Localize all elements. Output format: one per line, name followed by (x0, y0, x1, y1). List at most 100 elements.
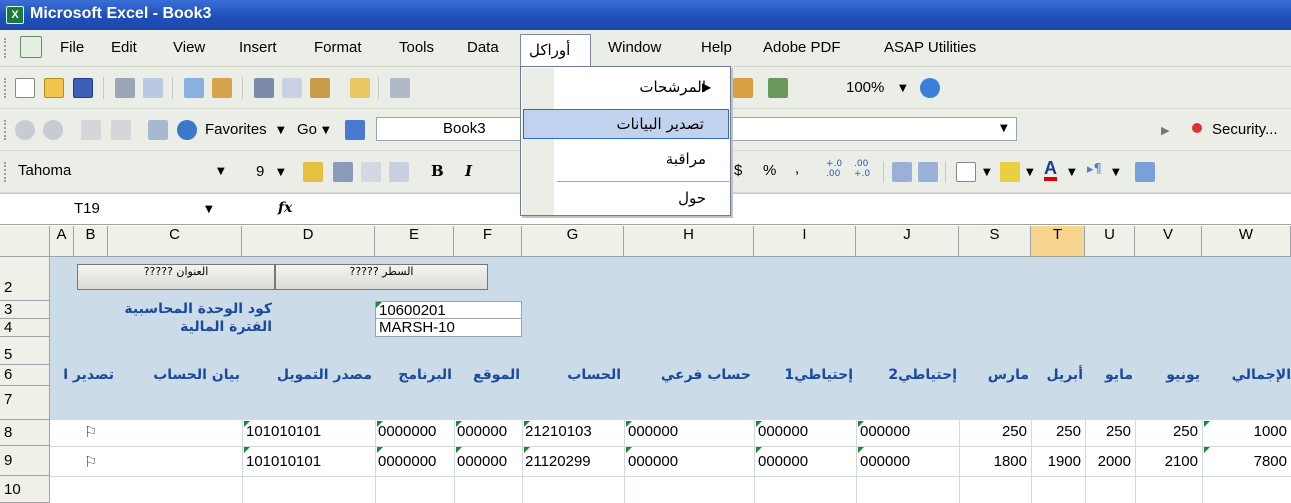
borders-dropdown-icon[interactable]: ▼ (983, 167, 991, 178)
decrease-indent-icon[interactable] (892, 162, 912, 182)
go-dropdown-icon[interactable]: ▼ (322, 125, 330, 136)
row8-funding[interactable]: 101010101 (246, 423, 321, 440)
wizard-icon[interactable] (303, 162, 323, 182)
unit-code-cell[interactable]: 10600201 (375, 301, 522, 319)
column-header-u[interactable]: U (1085, 226, 1135, 257)
security-button[interactable]: Security... (1212, 121, 1278, 138)
format-painter-icon[interactable] (350, 78, 370, 98)
spelling-icon[interactable] (184, 78, 204, 98)
fill-color-icon[interactable] (1000, 162, 1020, 182)
formula-input[interactable] (305, 197, 1285, 221)
address-dropdown-icon[interactable]: ▼ (1000, 123, 1008, 134)
help-icon[interactable] (920, 78, 940, 98)
row-header-2[interactable]: 2 (0, 257, 50, 301)
column-header-v[interactable]: V (1135, 226, 1202, 257)
menu-item-filters[interactable]: المرشحات ▶ (522, 73, 730, 103)
menu-help[interactable]: Help (701, 39, 732, 56)
row9-location[interactable]: 000000 (457, 453, 507, 470)
show-web-toolbar-icon[interactable] (345, 120, 365, 140)
zoom-dropdown-icon[interactable]: ▼ (899, 83, 907, 94)
save-icon[interactable] (73, 78, 93, 98)
column-header-w[interactable]: W (1202, 226, 1291, 257)
row8-account[interactable]: 21210103 (525, 423, 592, 440)
favorites-dropdown-icon[interactable]: ▼ (277, 125, 285, 136)
column-header-b[interactable]: B (74, 226, 108, 257)
row-header-5[interactable]: 5 (0, 337, 50, 365)
bold-button[interactable]: B (431, 162, 444, 180)
paste-icon[interactable] (310, 78, 330, 98)
calculator-icon[interactable] (333, 162, 353, 182)
title-button[interactable]: العنوان ????? (77, 264, 275, 290)
row8-flag-icon[interactable]: ⚐ (84, 423, 97, 441)
search-icon[interactable] (177, 120, 197, 140)
column-header-e[interactable]: E (375, 226, 454, 257)
text-direction-dropdown-icon[interactable]: ▼ (1112, 167, 1120, 178)
row8-total[interactable]: 1000 (1202, 423, 1287, 440)
row9-june[interactable]: 2100 (1135, 453, 1198, 470)
row9-reserve1[interactable]: 000000 (758, 453, 808, 470)
extra-tool-icon[interactable] (1135, 162, 1155, 182)
row9-account[interactable]: 21120299 (525, 453, 591, 470)
go-menu[interactable]: Go (297, 121, 317, 138)
excel-app-icon[interactable]: X (6, 6, 24, 24)
new-icon[interactable] (15, 78, 35, 98)
row9-funding[interactable]: 101010101 (246, 453, 321, 470)
row8-subaccount[interactable]: 000000 (628, 423, 678, 440)
menu-item-about[interactable]: حول (522, 184, 730, 214)
print-preview-icon[interactable] (143, 78, 163, 98)
column-header-g[interactable]: G (522, 226, 624, 257)
italic-button[interactable]: I (465, 162, 472, 180)
row-button[interactable]: السطر ????? (275, 264, 488, 290)
menu-data[interactable]: Data (467, 39, 499, 56)
eraser-icon[interactable] (361, 162, 381, 182)
open-folder-icon[interactable] (44, 78, 64, 98)
borders-icon[interactable] (956, 162, 976, 182)
font-color-icon[interactable]: A (1044, 159, 1057, 181)
row8-reserve2[interactable]: 000000 (860, 423, 910, 440)
row8-may[interactable]: 250 (1085, 423, 1131, 440)
name-box[interactable]: T19 (74, 200, 100, 217)
font-size-dropdown-icon[interactable]: ▼ (277, 167, 285, 178)
menu-item-monitor[interactable]: مراقبة (522, 145, 730, 175)
copy-icon[interactable] (282, 78, 302, 98)
column-header-c[interactable]: C (108, 226, 242, 257)
row-header-7[interactable]: 7 (0, 386, 50, 420)
workbook-icon[interactable] (20, 36, 42, 58)
column-header-i[interactable]: I (754, 226, 856, 257)
refresh-icon[interactable] (111, 120, 131, 140)
row-header-10[interactable]: 10 (0, 476, 50, 503)
favorites-menu[interactable]: Favorites (205, 121, 267, 138)
row8-june[interactable]: 250 (1135, 423, 1198, 440)
column-header-f[interactable]: F (454, 226, 522, 257)
font-color-dropdown-icon[interactable]: ▼ (1068, 167, 1076, 178)
row9-reserve2[interactable]: 000000 (860, 453, 910, 470)
cut-icon[interactable] (254, 78, 274, 98)
name-box-dropdown-icon[interactable]: ▼ (205, 204, 213, 215)
menu-adobe-pdf[interactable]: Adobe PDF (763, 39, 841, 56)
drawing-icon[interactable] (768, 78, 788, 98)
row-header-3[interactable]: 3 (0, 301, 50, 319)
row-header-6[interactable]: 6 (0, 365, 50, 386)
print-icon[interactable] (115, 78, 135, 98)
row8-april[interactable]: 250 (1031, 423, 1081, 440)
expand-icon[interactable]: ▶ (1161, 124, 1169, 137)
increase-decimal-button[interactable]: +.0 .00 (826, 159, 842, 179)
menu-file[interactable]: File (60, 39, 84, 56)
font-size-value[interactable]: 9 (256, 163, 264, 180)
research-icon[interactable] (212, 78, 232, 98)
row9-program[interactable]: 0000000 (378, 453, 454, 470)
row9-april[interactable]: 1900 (1031, 453, 1081, 470)
back-icon[interactable] (15, 120, 35, 140)
row-header-9[interactable]: 9 (0, 446, 50, 476)
row8-program[interactable]: 0000000 (378, 423, 454, 440)
select-all-corner[interactable] (0, 226, 50, 257)
zoom-value[interactable]: 100% (846, 79, 884, 96)
column-header-d[interactable]: D (242, 226, 375, 257)
menu-asap-utilities[interactable]: ASAP Utilities (884, 39, 976, 56)
row9-flag-icon[interactable]: ⚐ (84, 453, 97, 471)
stop-icon[interactable] (81, 120, 101, 140)
currency-button[interactable]: $ (734, 162, 742, 179)
row9-subaccount[interactable]: 000000 (628, 453, 678, 470)
row9-may[interactable]: 2000 (1085, 453, 1131, 470)
menu-insert[interactable]: Insert (239, 39, 277, 56)
